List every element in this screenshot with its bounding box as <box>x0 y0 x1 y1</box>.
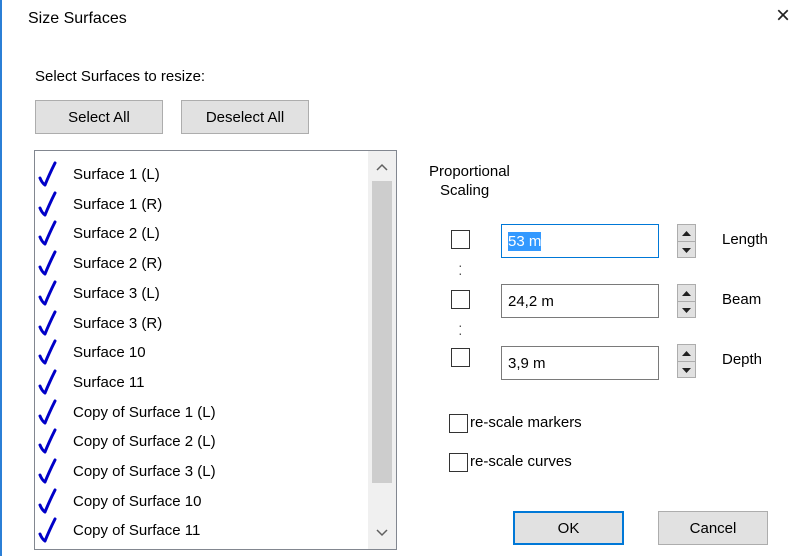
depth-value: 3,9 m <box>508 354 546 372</box>
list-item[interactable]: Copy of Surface 2 (L) <box>35 427 365 457</box>
check-icon[interactable] <box>38 250 58 276</box>
beam-spinner[interactable] <box>677 284 696 318</box>
rescale-curves-checkbox[interactable] <box>449 453 468 472</box>
check-icon[interactable] <box>38 310 58 336</box>
rescale-markers-label[interactable]: re-scale markers <box>470 414 582 431</box>
check-icon[interactable] <box>38 517 58 543</box>
list-item[interactable]: Copy of Surface 10 <box>35 487 365 517</box>
scroll-thumb[interactable] <box>372 181 392 483</box>
surfaces-listbox[interactable]: Surface 1 (L) Surface 1 (R) Surface 2 (L) S… <box>34 150 397 550</box>
scroll-down-icon[interactable] <box>368 521 396 545</box>
length-spinner[interactable] <box>677 224 696 258</box>
spin-down-icon[interactable] <box>678 301 695 318</box>
beam-field[interactable]: 24,2 m <box>501 284 659 318</box>
list-item-label: Surface 2 (R) <box>73 255 163 273</box>
proportional-scaling-heading: Proportional Scaling <box>429 162 510 200</box>
list-item[interactable]: Surface 3 (L) <box>35 279 365 309</box>
list-item[interactable]: Surface 1 (R) <box>35 190 365 220</box>
list-item-label: Surface 2 (L) <box>73 225 160 243</box>
proportional-beam-checkbox[interactable] <box>451 290 470 309</box>
list-item[interactable]: Copy of Surface 1 (L) <box>35 398 365 428</box>
list-item-label: Surface 3 (R) <box>73 314 163 332</box>
check-icon[interactable] <box>38 191 58 217</box>
dialog-title: Size Surfaces <box>28 10 127 27</box>
list-item[interactable]: Surface 11 <box>35 368 365 398</box>
check-icon[interactable] <box>38 339 58 365</box>
list-item-label: Copy of Surface 1 (L) <box>73 403 216 421</box>
list-item-label: Copy of Surface 3 (L) <box>73 463 216 480</box>
beam-value: 24,2 m <box>508 292 554 310</box>
check-icon[interactable] <box>38 220 58 246</box>
list-item[interactable]: Surface 3 (R) <box>35 309 365 339</box>
spin-down-icon[interactable] <box>678 241 695 258</box>
list-item[interactable]: Surface 10 <box>35 338 365 368</box>
check-icon[interactable] <box>38 399 58 425</box>
list-item-label: Copy of Surface 2 (L) <box>73 433 216 451</box>
scaling-heading-line1: Proportional <box>429 163 510 180</box>
beam-label: Beam <box>722 291 762 308</box>
list-item[interactable]: Copy of Surface 11 <box>35 516 365 546</box>
depth-spinner[interactable] <box>677 344 696 378</box>
list-item-label: Surface 1 (L) <box>73 166 160 183</box>
depth-label: Depth <box>722 351 763 368</box>
spin-up-icon[interactable] <box>678 345 695 361</box>
spin-up-icon[interactable] <box>678 225 695 241</box>
rescale-markers-checkbox[interactable] <box>449 414 468 433</box>
proportional-depth-checkbox[interactable] <box>451 348 470 367</box>
check-icon[interactable] <box>38 458 58 484</box>
length-field[interactable]: 53 m <box>501 224 659 258</box>
list-item-label: Surface 10 <box>73 344 146 362</box>
list-item[interactable]: Surface 1 (L) <box>35 160 365 190</box>
check-icon[interactable] <box>38 488 58 514</box>
cancel-button[interactable]: Cancel <box>658 511 768 545</box>
rescale-curves-label[interactable]: re-scale curves <box>470 453 572 470</box>
check-icon[interactable] <box>38 428 58 454</box>
deselect-all-button[interactable]: Deselect All <box>181 100 309 134</box>
list-item[interactable]: Surface 2 (L) <box>35 219 365 249</box>
close-icon[interactable]: × <box>776 4 790 28</box>
length-value: 53 m <box>508 231 542 251</box>
list-item-label: Surface 3 (L) <box>73 284 160 302</box>
spin-up-icon[interactable] <box>678 285 695 301</box>
list-scrollbar[interactable] <box>368 151 396 549</box>
select-all-button[interactable]: Select All <box>35 100 163 134</box>
list-item[interactable]: Copy of Surface 3 (L) <box>35 457 365 487</box>
spin-down-icon[interactable] <box>678 361 695 378</box>
depth-field[interactable]: 3,9 m <box>501 346 659 380</box>
list-item-label: Surface 1 (R) <box>73 195 163 213</box>
scaling-heading-line2: Scaling <box>440 182 490 199</box>
check-icon[interactable] <box>38 369 58 395</box>
proportional-length-checkbox[interactable] <box>451 230 470 249</box>
scroll-up-icon[interactable] <box>368 155 396 179</box>
list-item-label: Surface 11 <box>73 373 145 391</box>
window-edge <box>0 0 2 556</box>
select-prompt: Select Surfaces to resize: <box>35 68 206 85</box>
link-dots-icon: · · <box>458 317 463 341</box>
list-item-label: Copy of Surface 10 <box>73 492 202 510</box>
check-icon[interactable] <box>38 161 58 187</box>
list-item[interactable]: Surface 2 (R) <box>35 249 365 279</box>
link-dots-icon: · · <box>458 257 463 281</box>
list-item-label: Copy of Surface 11 <box>73 522 201 540</box>
length-label: Length <box>722 231 768 248</box>
check-icon[interactable] <box>38 280 58 306</box>
ok-button[interactable]: OK <box>513 511 624 545</box>
